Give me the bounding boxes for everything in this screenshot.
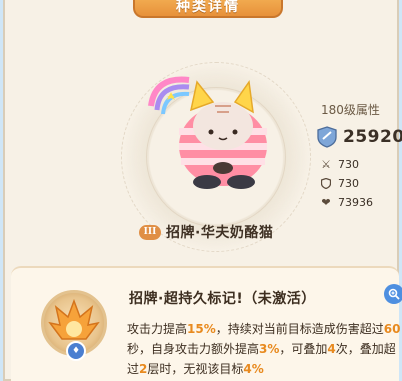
page-title: 种类详情	[176, 0, 240, 15]
rainbow-tail	[148, 76, 190, 115]
zoom-button[interactable]	[384, 284, 402, 304]
skill-desc-value: 60	[383, 322, 401, 336]
skill-description: 攻击力提高15%，持续对当前目标造成伤害超过60 秒，自身攻击力额外提高3%，可叠…	[127, 319, 401, 379]
title-bar: 种类详情	[133, 0, 283, 18]
skill-desc-text: 攻击力提高	[127, 322, 188, 336]
skill-desc-value: 4%	[243, 362, 264, 376]
stat-health-value: 73936	[338, 196, 373, 209]
skill-desc-value: 4	[327, 342, 336, 356]
power-shield-icon	[317, 126, 337, 148]
detail-card: 种类详情 180级属性 25920 ⚔ 730 730 ❤ 73936 III …	[3, 0, 402, 381]
power-row: 25920	[317, 126, 402, 148]
pet-sprite	[148, 76, 267, 189]
stat-attack: ⚔ 730	[320, 158, 359, 171]
level-label: 180级属性	[321, 103, 380, 117]
skill-badge: ♦	[66, 341, 86, 361]
skill-panel: ♦ 招牌·超持久标记!（未激活） 攻击力提高15%，持续对当前目标造成伤害超过6…	[11, 266, 402, 381]
heart-icon: ❤	[321, 196, 331, 209]
swords-icon: ⚔	[321, 158, 331, 171]
grade-badge: III	[139, 224, 161, 240]
skill-desc-text: 秒，自身攻击力额外提高	[127, 342, 260, 356]
pet-display: 180级属性 25920 ⚔ 730 730 ❤ 73936 III 招牌·华夫…	[11, 22, 402, 260]
stat-defense-value: 730	[338, 177, 359, 190]
skill-desc-value: 3%	[259, 342, 280, 356]
skill-desc-text: ，持续对当前目标造成伤害超过	[215, 322, 384, 336]
skill-desc-text: ，可叠加	[279, 342, 328, 356]
skill-desc-text: 层时，无视该目标	[147, 362, 244, 376]
pet-name: 招牌·华夫奶酪猫	[166, 225, 274, 241]
shield-icon	[320, 178, 332, 190]
stat-health: ❤ 73936	[320, 196, 373, 209]
skill-desc-value: 15%	[187, 322, 216, 336]
skill-title: 招牌·超持久标记!（未激活）	[129, 291, 316, 307]
stat-defense: 730	[320, 177, 359, 190]
stat-attack-value: 730	[338, 158, 359, 171]
power-value: 25920	[343, 127, 402, 147]
magnifier-icon	[388, 288, 400, 300]
pet-name-row: III 招牌·华夫奶酪猫	[139, 222, 273, 242]
